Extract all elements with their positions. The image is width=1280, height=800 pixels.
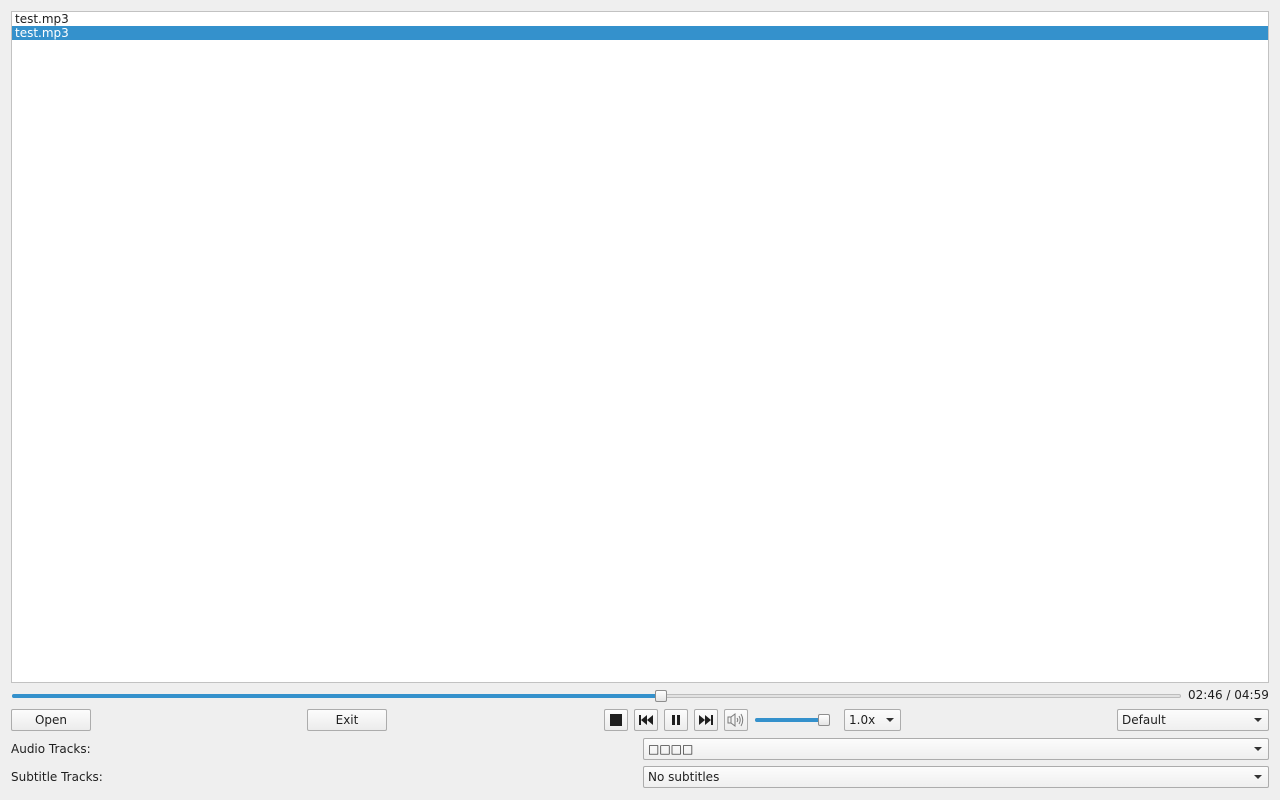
subtitle-track-value: No subtitles [648, 770, 720, 784]
speed-value: 1.0x [849, 713, 876, 727]
stop-icon [610, 714, 622, 726]
subtitle-tracks-label: Subtitle Tracks: [11, 770, 103, 784]
mode-dropdown[interactable]: Default [1117, 709, 1269, 731]
playlist[interactable]: test.mp3 test.mp3 [11, 11, 1269, 683]
chevron-down-icon [1254, 775, 1262, 779]
previous-button[interactable] [634, 709, 658, 731]
audio-tracks-dropdown[interactable]: □□□□ [643, 738, 1269, 760]
stop-button[interactable] [604, 709, 628, 731]
skip-forward-icon [699, 715, 713, 725]
skip-back-icon [639, 715, 653, 725]
mute-button[interactable] [724, 709, 748, 731]
speed-dropdown[interactable]: 1.0x [844, 709, 901, 731]
playlist-item-selected[interactable]: test.mp3 [12, 26, 1268, 40]
mode-value: Default [1122, 713, 1166, 727]
seek-slider[interactable] [11, 690, 1181, 702]
volume-icon [727, 713, 744, 727]
time-display: 02:46 / 04:59 [1188, 688, 1269, 702]
volume-fill [755, 718, 823, 722]
pause-icon [672, 715, 680, 725]
pause-button[interactable] [664, 709, 688, 731]
open-button[interactable]: Open [11, 709, 91, 731]
chevron-down-icon [886, 718, 894, 722]
seek-progress-fill [12, 694, 661, 698]
next-button[interactable] [694, 709, 718, 731]
audio-tracks-label: Audio Tracks: [11, 742, 91, 756]
chevron-down-icon [1254, 718, 1262, 722]
volume-handle[interactable] [818, 714, 830, 726]
playlist-item[interactable]: test.mp3 [12, 12, 1268, 26]
chevron-down-icon [1254, 747, 1262, 751]
volume-slider[interactable] [754, 714, 836, 726]
exit-button[interactable]: Exit [307, 709, 387, 731]
subtitle-tracks-dropdown[interactable]: No subtitles [643, 766, 1269, 788]
seek-handle[interactable] [655, 690, 667, 702]
audio-track-value: □□□□ [648, 742, 694, 756]
